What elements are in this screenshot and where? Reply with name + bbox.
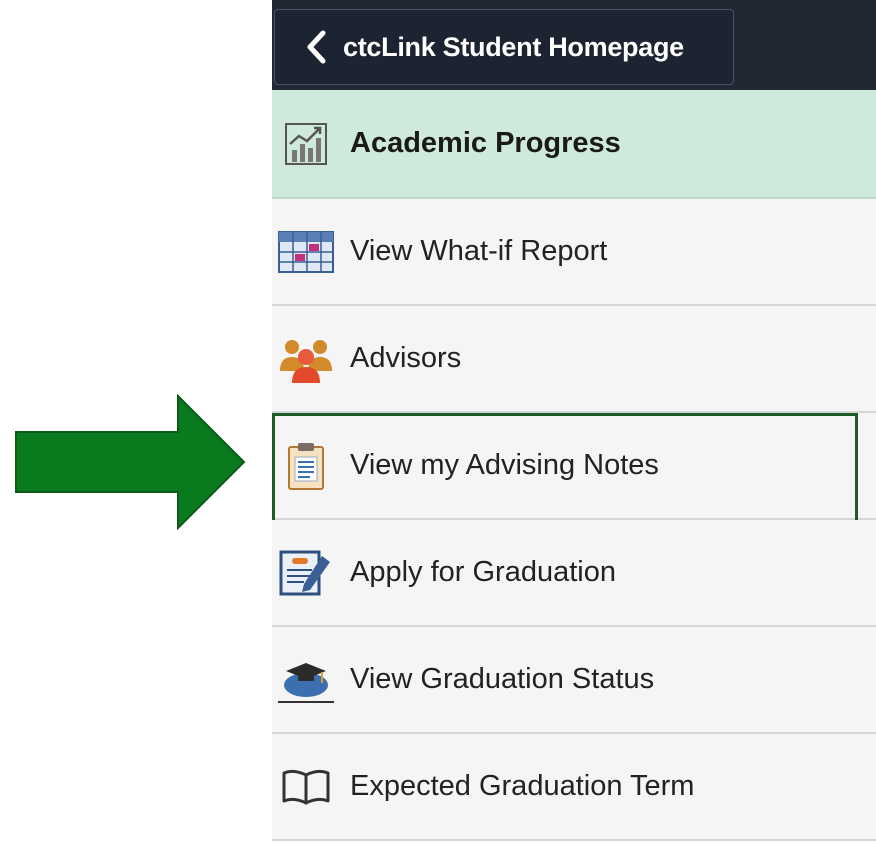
sidebar-item-label: Advisors <box>350 342 462 374</box>
sidebar-item-label: View my Advising Notes <box>350 449 659 481</box>
sidebar-item-label: Expected Graduation Term <box>350 770 695 802</box>
chart-icon <box>276 114 336 174</box>
sidebar-item-label: View Graduation Status <box>350 663 655 695</box>
screenshot-stage: ctcLink Student Homepage Academic Progre… <box>0 0 876 853</box>
sidebar-item-label: View What-if Report <box>350 235 608 267</box>
application-form-icon <box>276 543 336 603</box>
sidebar-item-what-if-report[interactable]: View What-if Report <box>272 199 876 306</box>
chevron-left-icon <box>297 27 337 67</box>
sidebar-item-apply-graduation[interactable]: Apply for Graduation <box>272 520 876 627</box>
clipboard-icon <box>276 436 336 496</box>
green-arrow-pointer <box>15 394 246 530</box>
sidebar-item-advising-notes[interactable]: View my Advising Notes <box>272 413 876 529</box>
back-button-label: ctcLink Student Homepage <box>343 31 684 62</box>
open-book-icon <box>276 757 336 817</box>
sidebar-item-label: Academic Progress <box>350 127 621 159</box>
report-grid-icon <box>276 222 336 282</box>
sidebar-item-academic-progress: Academic Progress <box>272 90 876 199</box>
sidebar-item-graduation-status[interactable]: View Graduation Status <box>272 627 876 734</box>
sidebar-item-expected-graduation-term[interactable]: Expected Graduation Term <box>272 734 876 841</box>
graduation-cap-icon <box>276 650 336 710</box>
people-icon <box>276 329 336 389</box>
back-to-homepage-button[interactable]: ctcLink Student Homepage <box>274 9 734 85</box>
sidebar-menu: Academic Progress View What-if Report Ad… <box>272 90 876 841</box>
sidebar-item-label: Apply for Graduation <box>350 556 616 588</box>
sidebar-item-advisors[interactable]: Advisors <box>272 306 876 413</box>
